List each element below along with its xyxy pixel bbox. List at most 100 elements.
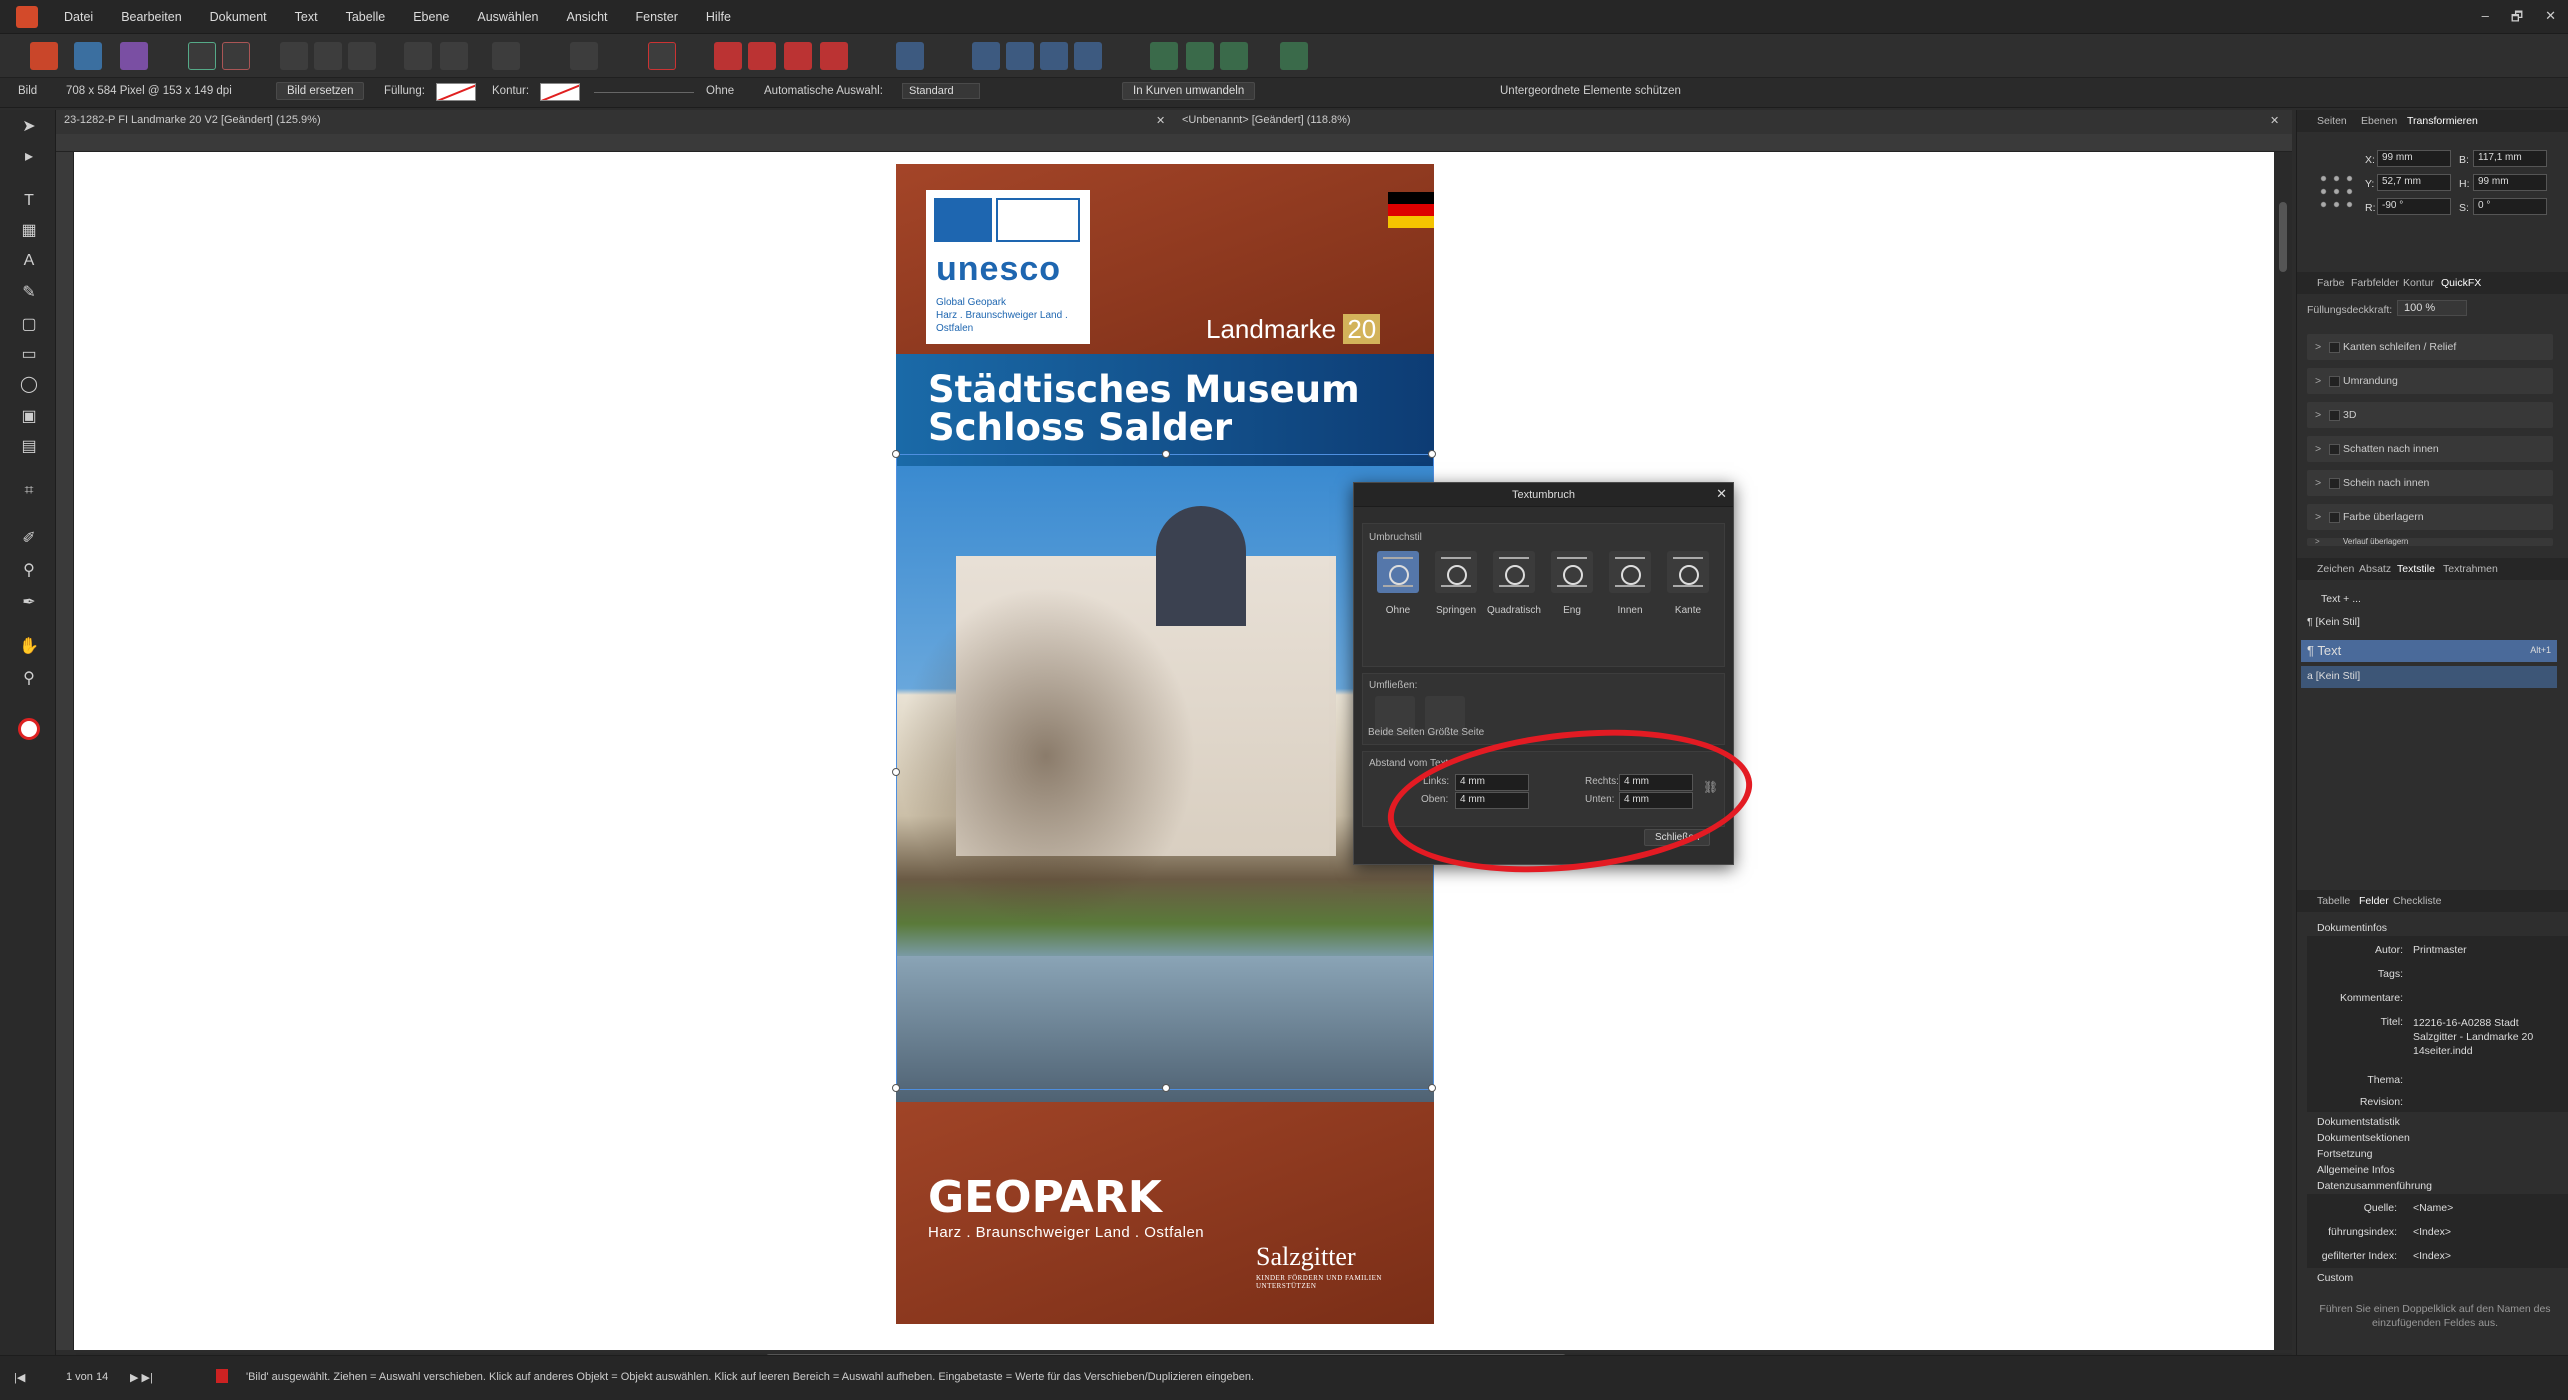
tab-kontur[interactable]: Kontur <box>2403 277 2434 289</box>
tab-textstile[interactable]: Textstile <box>2397 563 2435 575</box>
char-style-row[interactable]: a [Kein Stil] <box>2301 666 2557 688</box>
style-text-row[interactable]: ¶ Text Alt+1 <box>2301 640 2557 662</box>
boolean-intersect-icon[interactable] <box>1220 42 1248 70</box>
tab-quickfx[interactable]: QuickFX <box>2441 277 2481 289</box>
anchor-icon[interactable] <box>440 42 468 70</box>
tab-textrahmen[interactable]: Textrahmen <box>2443 563 2498 575</box>
fx-3d[interactable]: 3D <box>2307 402 2553 428</box>
menu-item-auswaehlen[interactable]: Auswählen <box>463 0 552 34</box>
handle-tl[interactable] <box>892 450 900 458</box>
view-mode3-icon[interactable] <box>348 42 376 70</box>
style-kein-stil[interactable]: ¶ [Kein Stil] <box>2307 616 2360 628</box>
handle-l[interactable] <box>892 768 900 776</box>
frame-text-icon[interactable]: T <box>18 190 40 212</box>
boolean-add-icon[interactable] <box>1150 42 1178 70</box>
node-tool-icon[interactable]: ▸ <box>18 146 40 168</box>
handle-b[interactable] <box>1162 1084 1170 1092</box>
assistant-icon[interactable] <box>1280 42 1308 70</box>
tab-absatz[interactable]: Absatz <box>2359 563 2391 575</box>
artistic-text-icon[interactable]: A <box>18 250 40 272</box>
fill-swatch[interactable] <box>436 83 476 101</box>
picture-frame-icon[interactable]: ▣ <box>18 406 40 428</box>
section-sections[interactable]: Dokumentsektionen <box>2317 1132 2410 1144</box>
anchor-grid-icon[interactable] <box>2317 172 2357 212</box>
wrap-style-quadratisch[interactable] <box>1493 551 1535 593</box>
tab-zeichen[interactable]: Zeichen <box>2317 563 2354 575</box>
preflight-error-icon[interactable] <box>216 1369 228 1383</box>
vertical-scroll-thumb[interactable] <box>2279 202 2287 272</box>
align-icon[interactable] <box>896 42 924 70</box>
rectangle-icon[interactable]: ▢ <box>18 314 40 336</box>
wrap-icon[interactable] <box>492 42 520 70</box>
section-custom[interactable]: Custom <box>2317 1272 2353 1284</box>
crop-icon[interactable]: ⌗ <box>18 480 40 502</box>
tab-tabelle[interactable]: Tabelle <box>2317 895 2350 907</box>
tab-seiten[interactable]: Seiten <box>2317 115 2347 127</box>
section-stats[interactable]: Dokumentstatistik <box>2317 1116 2400 1128</box>
canvas[interactable]: unesco Global Geopark Harz . Braunschwei… <box>74 152 2274 1350</box>
replace-image-button[interactable]: Bild ersetzen <box>276 82 365 100</box>
wrap-style-springen[interactable] <box>1435 551 1477 593</box>
vertical-scrollbar[interactable] <box>2274 152 2292 1350</box>
menu-item-tabelle[interactable]: Tabelle <box>332 0 400 34</box>
menu-item-ebene[interactable]: Ebene <box>399 0 463 34</box>
transparency-icon[interactable]: ⚲ <box>18 560 40 582</box>
stroke-swatch[interactable] <box>540 83 580 101</box>
auto-select-dropdown[interactable]: Standard <box>902 83 980 99</box>
tab-felder[interactable]: Felder <box>2359 895 2389 907</box>
boolean-subtract-icon[interactable] <box>1186 42 1214 70</box>
tab-farbe[interactable]: Farbe <box>2317 277 2344 289</box>
arrange-forward-icon[interactable] <box>784 42 812 70</box>
flip-v-icon[interactable] <box>1006 42 1034 70</box>
fx-bevel[interactable]: Kanten schleifen / Relief <box>2307 334 2553 360</box>
handle-bl[interactable] <box>892 1084 900 1092</box>
wrap-style-ohne[interactable] <box>1377 551 1419 593</box>
section-continuation[interactable]: Fortsetzung <box>2317 1148 2372 1160</box>
close-icon[interactable]: ✕ <box>2545 8 2556 30</box>
handle-tr[interactable] <box>1428 450 1436 458</box>
photo-persona-icon[interactable] <box>120 42 148 70</box>
docinfo-header[interactable]: Dokumentinfos <box>2317 922 2387 934</box>
publisher-persona-icon[interactable] <box>30 42 58 70</box>
fill-color-icon[interactable] <box>18 718 40 740</box>
dialog-header[interactable]: Textumbruch ✕ <box>1354 483 1733 507</box>
menu-item-fenster[interactable]: Fenster <box>622 0 692 34</box>
fx-gradient-overlay[interactable]: Verlauf überlagern <box>2307 538 2553 546</box>
rotation-input[interactable]: -90 ° <box>2377 198 2451 215</box>
tab-transformieren[interactable]: Transformieren <box>2407 115 2478 127</box>
menu-item-datei[interactable]: Datei <box>50 0 107 34</box>
field-author-value[interactable]: Printmaster <box>2413 944 2467 956</box>
section-merge[interactable]: Datenzusammenführung <box>2317 1180 2432 1192</box>
snapping-icon[interactable] <box>648 42 676 70</box>
fx-outline[interactable]: Umrandung <box>2307 368 2553 394</box>
prev-page-icon[interactable]: |◀ <box>14 1371 25 1384</box>
dialog-close-icon[interactable]: ✕ <box>1716 486 1727 502</box>
tab-landmarke[interactable]: 23-1282-P FI Landmarke 20 V2 [Geändert] … <box>64 114 321 126</box>
menu-item-ansicht[interactable]: Ansicht <box>553 0 622 34</box>
fill-tool-icon[interactable]: ✐ <box>18 528 40 550</box>
rotate-right-icon[interactable] <box>1074 42 1102 70</box>
designer-persona-icon[interactable] <box>74 42 102 70</box>
h-input[interactable]: 99 mm <box>2473 174 2547 191</box>
shear-input[interactable]: 0 ° <box>2473 198 2547 215</box>
opacity-dropdown[interactable]: 100 % <box>2397 300 2467 316</box>
landmarke-label[interactable]: Landmarke 20 <box>1206 314 1381 345</box>
field-title-value[interactable]: 12216-16-A0288 Stadt Salzgitter - Landma… <box>2413 1016 2553 1058</box>
handle-t[interactable] <box>1162 450 1170 458</box>
section-general[interactable]: Allgemeine Infos <box>2317 1164 2395 1176</box>
y-input[interactable]: 52,7 mm <box>2377 174 2451 191</box>
pen-icon[interactable]: ✎ <box>18 282 40 304</box>
settings-icon[interactable] <box>222 42 250 70</box>
stroke-width-slider[interactable] <box>594 92 694 93</box>
arrange-front-icon[interactable] <box>820 42 848 70</box>
convert-to-curves-button[interactable]: In Kurven umwandeln <box>1122 82 1256 100</box>
rotate-left-icon[interactable] <box>1040 42 1068 70</box>
image-info[interactable]: 708 x 584 Pixel @ 153 x 149 dpi <box>66 85 232 97</box>
menu-item-hilfe[interactable]: Hilfe <box>692 0 745 34</box>
color-picker-icon[interactable]: ✒ <box>18 592 40 614</box>
x-input[interactable]: 99 mm <box>2377 150 2451 167</box>
merge-filtered-value[interactable]: <Index> <box>2413 1250 2451 1262</box>
tab-close-icon[interactable]: ✕ <box>1156 114 1165 127</box>
arrange-backward-icon[interactable] <box>748 42 776 70</box>
fx-inner-glow[interactable]: Schein nach innen <box>2307 470 2553 496</box>
